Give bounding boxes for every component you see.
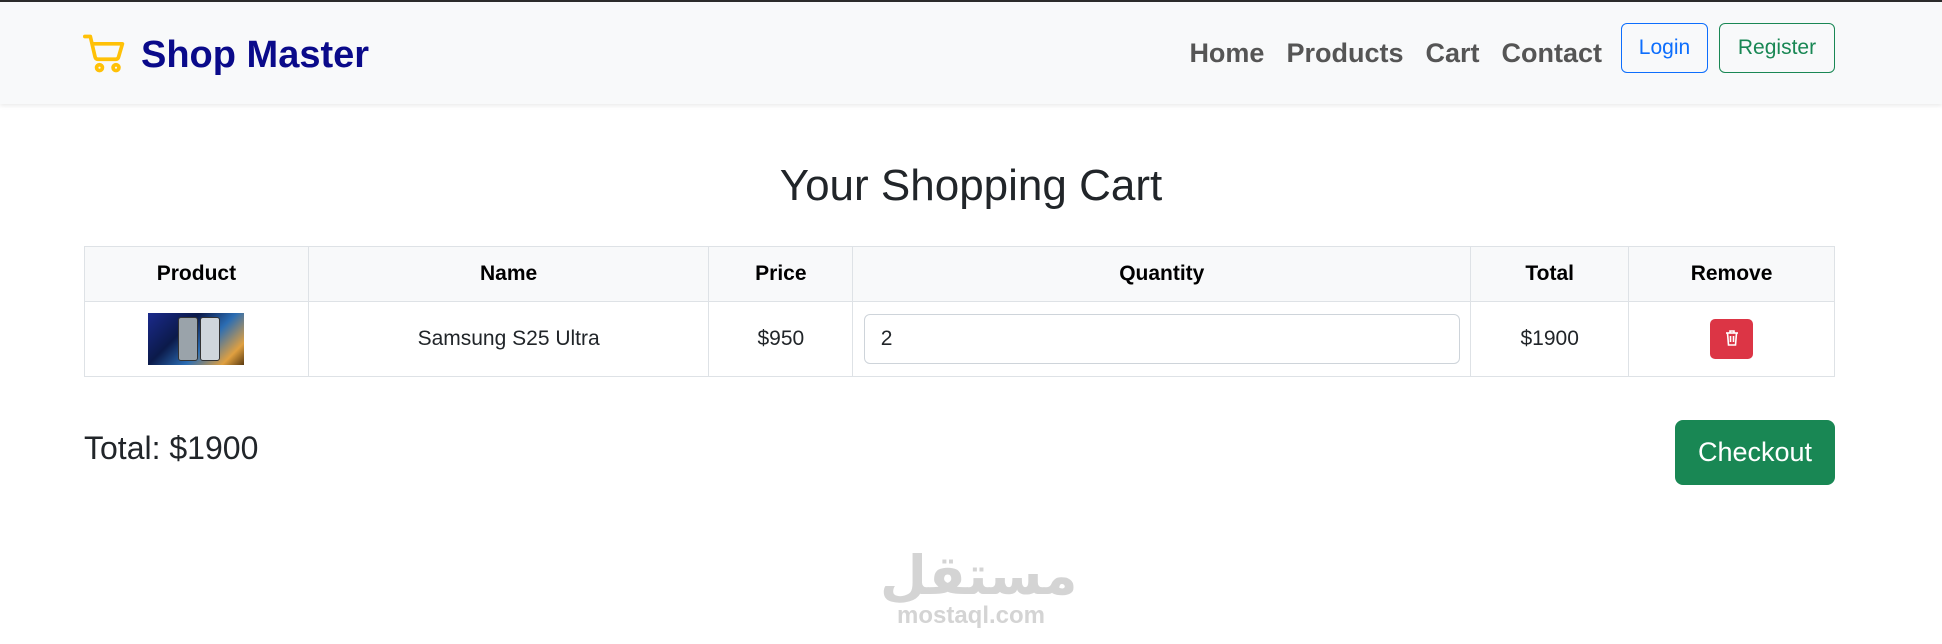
checkout-button[interactable]: Checkout bbox=[1675, 420, 1835, 485]
header-remove: Remove bbox=[1628, 246, 1835, 302]
header-product: Product bbox=[84, 246, 309, 302]
product-name: Samsung S25 Ultra bbox=[307, 301, 710, 377]
nav-link-cart[interactable]: Cart bbox=[1425, 36, 1479, 70]
nav-links: Home Products Cart Contact bbox=[1189, 36, 1602, 70]
table-header-row: Product Name Price Quantity Total Remove bbox=[84, 246, 1835, 302]
row-total: $1900 bbox=[1470, 301, 1630, 377]
trash-icon bbox=[1724, 329, 1740, 350]
header-total: Total bbox=[1470, 246, 1630, 302]
header-quantity: Quantity bbox=[852, 246, 1472, 302]
watermark: مستقل mostaql.com bbox=[880, 544, 1078, 629]
brand-name: Shop Master bbox=[141, 34, 370, 76]
product-price: $950 bbox=[708, 301, 854, 377]
remove-cell bbox=[1628, 301, 1835, 377]
page-title: Your Shopping Cart bbox=[779, 161, 1163, 210]
product-image bbox=[148, 313, 245, 365]
cart-icon bbox=[83, 31, 127, 80]
nav-link-products[interactable]: Products bbox=[1286, 36, 1403, 70]
watermark-latin: mostaql.com bbox=[896, 602, 1046, 629]
product-image-cell bbox=[84, 301, 309, 377]
quantity-input[interactable] bbox=[863, 314, 1460, 364]
login-button[interactable]: Login bbox=[1621, 23, 1708, 73]
navbar: Shop Master Home Products Cart Contact L… bbox=[0, 0, 1942, 104]
table-row: Samsung S25 Ultra $950 $1900 bbox=[84, 301, 1835, 377]
quantity-cell bbox=[852, 301, 1472, 377]
header-name: Name bbox=[307, 246, 710, 302]
cart-total: Total: $1900 bbox=[84, 430, 259, 466]
remove-button[interactable] bbox=[1710, 319, 1754, 359]
cart-table: Product Name Price Quantity Total Remove… bbox=[84, 246, 1835, 377]
brand[interactable]: Shop Master bbox=[83, 30, 369, 80]
nav-link-contact[interactable]: Contact bbox=[1502, 36, 1603, 70]
register-button[interactable]: Register bbox=[1719, 23, 1835, 73]
header-price: Price bbox=[708, 246, 854, 302]
nav-link-home[interactable]: Home bbox=[1189, 36, 1264, 70]
watermark-arabic: مستقل bbox=[880, 544, 1078, 607]
